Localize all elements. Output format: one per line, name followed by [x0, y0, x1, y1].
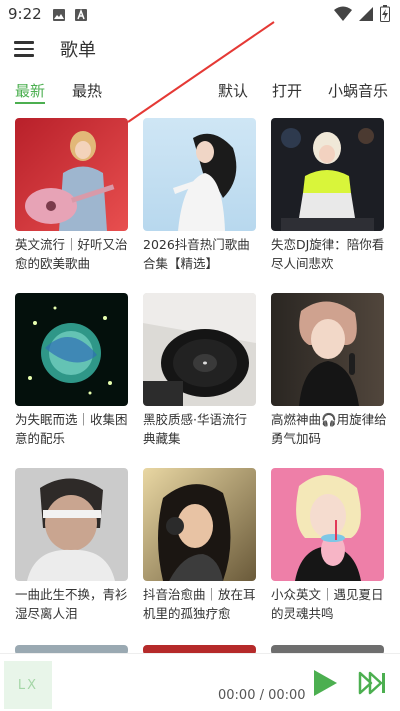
tab-bar: 最新 最热 默认 打开 小蜗音乐	[0, 72, 400, 106]
active-tab-indicator	[15, 102, 45, 104]
playlist-cover[interactable]	[271, 468, 384, 581]
playlist-title: 黑胶质感·华语流行典藏集	[143, 412, 247, 446]
playlist-title: 失恋DJ旋律：陪你看尽人间悲欢	[271, 237, 385, 271]
menu-icon[interactable]	[14, 37, 38, 61]
playlist-card[interactable]: 一曲此生不换，青衫湿尽离人泪	[15, 468, 128, 623]
wifi-icon	[334, 6, 352, 26]
battery-icon	[380, 5, 390, 26]
playlist-cover[interactable]	[271, 118, 384, 231]
playlist-card[interactable]: 高燃神曲🎧用旋律给勇气加码	[271, 293, 387, 448]
tab-newest[interactable]: 最新	[15, 80, 45, 101]
playlist-card[interactable]: 抖音治愈曲｜放在耳机里的孤独疗愈	[143, 468, 256, 623]
sort-default-button[interactable]: 默认	[218, 80, 248, 101]
playlist-cover[interactable]	[143, 118, 256, 231]
playlist-title: 2026抖音热门歌曲合集【精选】	[143, 237, 250, 271]
playlist-cover[interactable]	[143, 468, 256, 581]
app-bar: 歌单	[0, 28, 400, 70]
signal-icon	[358, 6, 374, 26]
playlist-cover[interactable]	[271, 293, 384, 406]
status-time: 9:22	[8, 5, 42, 23]
playlist-card[interactable]: 2026抖音热门歌曲合集【精选】	[143, 118, 256, 273]
playlist-title: 抖音治愈曲｜放在耳机里的孤独疗愈	[143, 587, 256, 621]
status-bar: 9:22	[0, 0, 400, 28]
tab-hottest[interactable]: 最热	[72, 80, 102, 101]
a-badge-icon	[74, 7, 88, 26]
player-time: 00:00 / 00:00	[218, 688, 306, 703]
playlist-title: 小众英文｜遇见夏日的灵魂共鸣	[271, 587, 384, 621]
playlist-title: 英文流行｜好听又治愈的欧美歌曲	[15, 237, 128, 271]
play-icon[interactable]	[312, 669, 338, 697]
playlist-title: 高燃神曲🎧用旋律给勇气加码	[271, 412, 387, 446]
next-icon[interactable]	[358, 671, 386, 695]
player-cover[interactable]: LX	[4, 661, 52, 709]
playlist-card[interactable]: 英文流行｜好听又治愈的欧美歌曲	[15, 118, 128, 273]
playlist-cover[interactable]	[15, 118, 128, 231]
playlist-card[interactable]: 失恋DJ旋律：陪你看尽人间悲欢	[271, 118, 384, 273]
playlist-card[interactable]: 黑胶质感·华语流行典藏集	[143, 293, 256, 448]
playlist-card[interactable]: 为失眠而选｜收集困意的配乐	[15, 293, 128, 448]
playlist-title: 一曲此生不换，青衫湿尽离人泪	[15, 587, 128, 621]
image-icon	[52, 7, 66, 26]
playlist-cover[interactable]	[15, 293, 128, 406]
playlist-cover[interactable]	[15, 468, 128, 581]
player-bar: LX 00:00 / 00:00	[0, 653, 400, 711]
playlist-card[interactable]: 小众英文｜遇见夏日的灵魂共鸣	[271, 468, 384, 623]
page-title: 歌单	[60, 40, 96, 61]
playlist-title: 为失眠而选｜收集困意的配乐	[15, 412, 128, 446]
open-button[interactable]: 打开	[272, 80, 302, 101]
playlist-cover[interactable]	[143, 293, 256, 406]
source-selector[interactable]: 小蜗音乐	[328, 80, 388, 101]
